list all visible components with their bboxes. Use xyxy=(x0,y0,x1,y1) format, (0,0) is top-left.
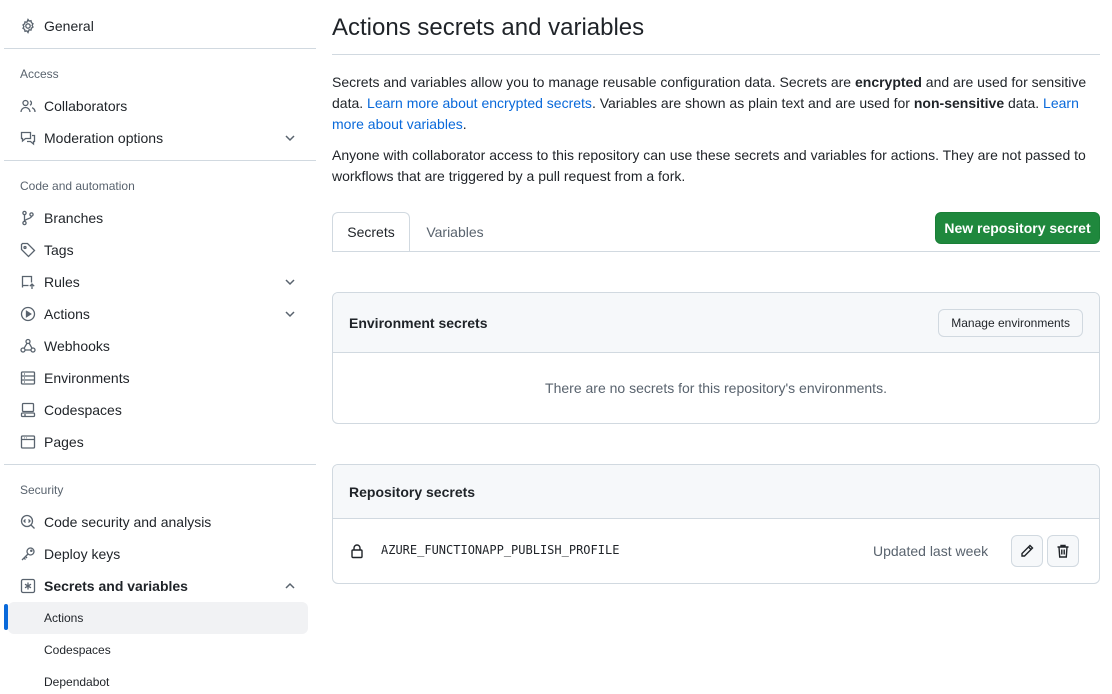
sidebar-divider xyxy=(4,48,316,49)
environment-secrets-header: Environment secrets Manage environments xyxy=(333,293,1099,353)
tab-variables[interactable]: Variables xyxy=(412,212,498,252)
sidebar-item-label: General xyxy=(44,18,94,34)
sidebar-item-rules[interactable]: Rules xyxy=(8,266,308,298)
sidebar-item-branches[interactable]: Branches xyxy=(8,202,308,234)
sidebar-item-label: Branches xyxy=(44,210,104,226)
sidebar-divider xyxy=(4,160,316,161)
git-branch-icon xyxy=(20,210,36,226)
intro-text: Secrets and variables allow you to manag… xyxy=(332,74,855,90)
sidebar-item-label: Collaborators xyxy=(44,98,128,114)
asterisk-square-icon xyxy=(20,578,36,594)
tag-icon xyxy=(20,242,36,258)
sidebar-item-label: Actions xyxy=(44,306,90,322)
sidebar-item-environments[interactable]: Environments xyxy=(8,362,308,394)
sidebar-item-deploy-keys[interactable]: Deploy keys xyxy=(8,538,308,570)
sidebar-item-code-security[interactable]: Code security and analysis xyxy=(8,506,308,538)
section-heading-code-automation: Code and automation xyxy=(20,179,135,193)
sidebar-item-label: Rules xyxy=(44,274,80,290)
sidebar-item-actions[interactable]: Actions xyxy=(8,298,308,330)
edit-secret-button[interactable] xyxy=(1011,535,1043,567)
chevron-up-icon xyxy=(285,582,295,589)
sidebar-item-label: Codespaces xyxy=(44,402,122,418)
chevron-down-icon xyxy=(285,311,295,318)
key-icon xyxy=(20,546,36,562)
pencil-icon xyxy=(1021,544,1034,557)
sidebar-item-general[interactable]: General xyxy=(8,10,308,42)
sidebar-item-codespaces[interactable]: Codespaces xyxy=(8,394,308,426)
intro-paragraph: Secrets and variables allow you to manag… xyxy=(332,72,1102,135)
repository-secrets-header: Repository secrets xyxy=(333,465,1099,519)
settings-sidebar: General Access Collaborators Moderation … xyxy=(0,0,316,694)
intro-text: data. xyxy=(1004,95,1044,111)
chevron-down-icon xyxy=(285,279,295,286)
server-icon xyxy=(20,370,36,386)
sidebar-item-collaborators[interactable]: Collaborators xyxy=(8,90,308,122)
secret-updated: Updated last week xyxy=(873,543,989,559)
collaborator-note: Anyone with collaborator access to this … xyxy=(332,147,1086,184)
comment-discussion-icon xyxy=(20,130,36,146)
secret-row: AZURE_FUNCTIONAPP_PUBLISH_PROFILE Update… xyxy=(333,519,1099,583)
sidebar-item-label: Pages xyxy=(44,434,84,450)
learn-more-secrets-link[interactable]: Learn more about encrypted secrets xyxy=(367,95,592,111)
section-heading-security: Security xyxy=(20,483,64,497)
sidebar-item-webhooks[interactable]: Webhooks xyxy=(8,330,308,362)
sidebar-subitem-codespaces[interactable]: Codespaces xyxy=(8,634,308,666)
sidebar-item-label: Moderation options xyxy=(44,130,164,146)
environment-secrets-empty: There are no secrets for this repository… xyxy=(545,380,887,396)
environment-secrets-box: Environment secrets Manage environments … xyxy=(332,292,1100,424)
tabs-divider xyxy=(332,251,1100,252)
sidebar-item-label: Environments xyxy=(44,370,130,386)
sidebar-item-moderation[interactable]: Moderation options xyxy=(8,122,308,154)
sidebar-subitem-dependabot[interactable]: Dependabot xyxy=(8,666,308,694)
new-repository-secret-button[interactable]: New repository secret xyxy=(935,212,1100,244)
repository-secrets-box: Repository secrets AZURE_FUNCTIONAPP_PUB… xyxy=(332,464,1100,584)
intro-text: . Variables are shown as plain text and … xyxy=(591,95,914,111)
sidebar-item-pages[interactable]: Pages xyxy=(8,426,308,458)
intro-bold-encrypted: encrypted xyxy=(854,74,922,90)
page-title: Actions secrets and variables xyxy=(332,14,645,41)
sidebar-item-secrets-variables[interactable]: Secrets and variables xyxy=(8,570,308,602)
delete-secret-button[interactable] xyxy=(1047,535,1079,567)
intro-text: . xyxy=(462,116,467,132)
sidebar-item-label: Webhooks xyxy=(44,338,110,354)
play-icon xyxy=(20,306,36,322)
title-divider xyxy=(332,54,1100,55)
intro-bold-non-sensitive: non-sensitive xyxy=(913,95,1005,111)
repo-push-icon xyxy=(20,274,36,290)
lock-icon xyxy=(351,544,363,559)
codespaces-icon xyxy=(20,402,36,418)
repository-secrets-title: Repository secrets xyxy=(349,483,476,500)
chevron-down-icon xyxy=(285,135,295,142)
section-heading-access: Access xyxy=(20,67,59,81)
people-icon xyxy=(20,98,36,114)
codescan-icon xyxy=(20,514,36,530)
tab-secrets[interactable]: Secrets xyxy=(332,212,410,252)
secret-name: AZURE_FUNCTIONAPP_PUBLISH_PROFILE xyxy=(381,543,620,557)
manage-environments-button[interactable]: Manage environments xyxy=(938,309,1083,337)
trash-icon xyxy=(1057,544,1069,558)
sidebar-divider xyxy=(4,464,316,465)
environment-secrets-title: Environment secrets xyxy=(349,314,488,331)
sidebar-item-label: Code security and analysis xyxy=(44,514,212,530)
sidebar-item-label: Secrets and variables xyxy=(44,578,188,594)
sidebar-subitem-actions[interactable]: Actions xyxy=(8,602,308,634)
sidebar-item-label: Tags xyxy=(44,242,74,258)
sidebar-item-tags[interactable]: Tags xyxy=(8,234,308,266)
browser-icon xyxy=(20,434,36,450)
webhook-icon xyxy=(20,338,36,354)
sidebar-item-label: Deploy keys xyxy=(44,546,121,562)
gear-icon xyxy=(20,18,36,34)
